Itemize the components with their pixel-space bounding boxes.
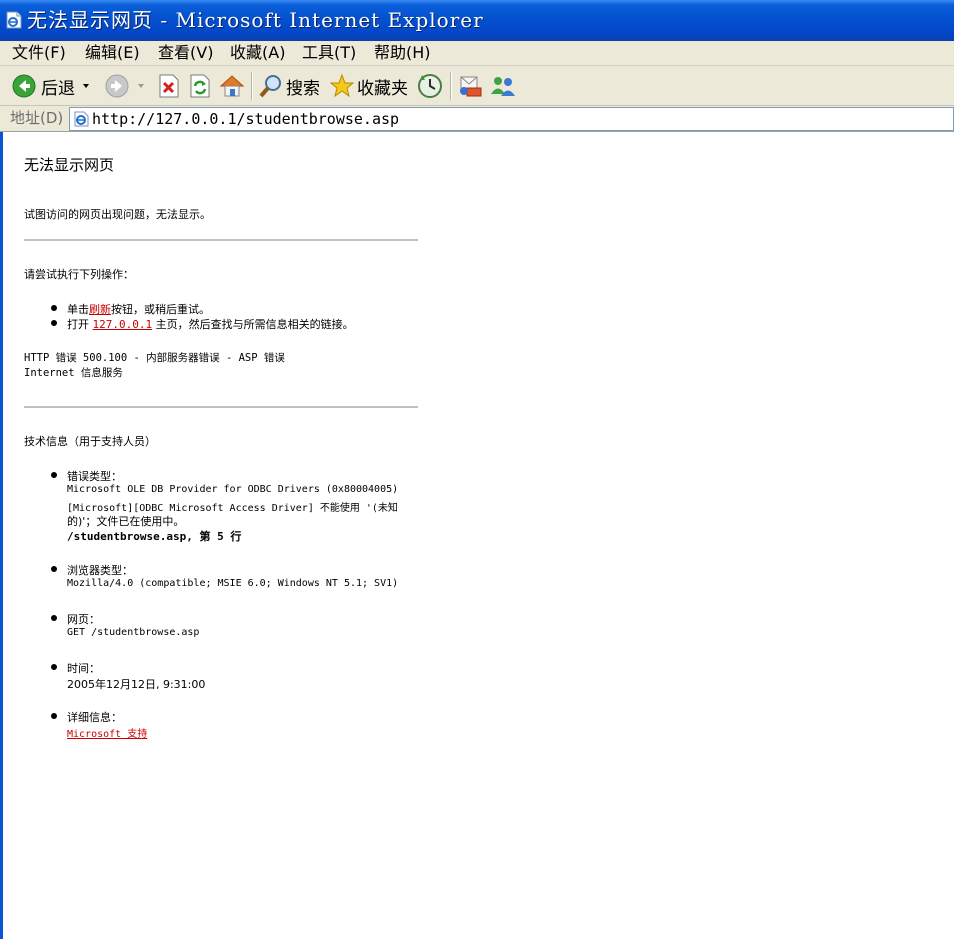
try-item-text: 打开 [67, 318, 93, 331]
intro-text: 试图访问的网页出现问题，无法显示。 [24, 208, 211, 221]
search-button[interactable]: 搜索 [259, 71, 320, 101]
error-location: /studentbrowse.asp, 第 5 行 [67, 530, 242, 543]
dropdown-arrow-icon [138, 84, 144, 88]
bullet [51, 472, 57, 478]
tech-heading: 技术信息（用于支持人员） [24, 435, 156, 448]
back-arrow-icon [12, 74, 36, 98]
stop-button[interactable] [158, 71, 180, 101]
browser-type-label: 浏览器类型： [67, 564, 133, 577]
forward-dropdown[interactable] [137, 71, 145, 101]
home-button[interactable] [219, 71, 245, 101]
bullet [51, 664, 57, 670]
favorites-label: 收藏夹 [357, 78, 408, 99]
messenger-button[interactable] [489, 71, 517, 101]
favorites-button[interactable]: 收藏夹 [330, 71, 408, 101]
address-label: 地址(D) [10, 109, 64, 127]
address-field[interactable]: http://127.0.0.1/studentbrowse.asp [69, 107, 954, 131]
browser-type-value: Mozilla/4.0 (compatible; MSIE 6.0; Windo… [67, 578, 399, 589]
menu-file[interactable]: 文件(F) [12, 43, 66, 63]
try-item-text: 按钮，或稍后重试。 [111, 303, 210, 316]
microsoft-support-link[interactable]: Microsoft 支持 [67, 725, 147, 740]
divider [24, 239, 418, 241]
dropdown-arrow-icon [83, 84, 89, 88]
menu-help[interactable]: 帮助(H) [374, 43, 431, 63]
menu-tools[interactable]: 工具(T) [302, 43, 356, 63]
home-icon [219, 75, 245, 97]
forward-arrow-icon [105, 74, 129, 98]
address-bar: 地址(D) http://127.0.0.1/studentbrowse.asp [0, 106, 954, 132]
page-content: 无法显示网页 试图访问的网页出现问题，无法显示。 请尝试执行下列操作： 单击刷新… [0, 132, 954, 939]
details-label: 详细信息： [67, 711, 122, 724]
try-item-refresh: 单击刷新按钮，或稍后重试。 [67, 301, 210, 317]
error-type-line: Microsoft OLE DB Provider for ODBC Drive… [67, 484, 399, 495]
forward-button[interactable] [105, 71, 129, 101]
bullet [51, 713, 57, 719]
http-error-line: HTTP 错误 500.100 - 内部服务器错误 - ASP 错误 [24, 352, 285, 364]
history-button[interactable] [417, 71, 443, 101]
history-icon [418, 74, 442, 98]
menu-edit[interactable]: 编辑(E) [85, 43, 140, 63]
refresh-button[interactable] [189, 71, 211, 101]
address-url[interactable]: http://127.0.0.1/studentbrowse.asp [92, 109, 399, 129]
back-label: 后退 [41, 78, 75, 99]
try-item-home: 打开 127.0.0.1 主页，然后查找与所需信息相关的链接。 [67, 316, 354, 332]
back-dropdown[interactable] [82, 71, 90, 101]
window-title: 无法显示网页 - Microsoft Internet Explorer [27, 8, 484, 32]
menu-favorites[interactable]: 收藏(A) [230, 43, 285, 63]
search-label: 搜索 [286, 78, 320, 99]
try-heading: 请尝试执行下列操作： [24, 268, 134, 281]
time-value: 2005年12月12日, 9:31:00 [67, 678, 206, 691]
host-home-link[interactable]: 127.0.0.1 [93, 318, 153, 331]
bullet [51, 305, 57, 311]
menu-bar: 文件(F) 编辑(E) 查看(V) 收藏(A) 工具(T) 帮助(H) [0, 41, 954, 66]
back-button[interactable]: 后退 [12, 71, 75, 101]
webpage-value: GET /studentbrowse.asp [67, 627, 200, 638]
bullet [51, 320, 57, 326]
error-type-line: 的)'；文件已在使用中。 [67, 515, 185, 528]
try-item-text: 主页，然后查找与所需信息相关的链接。 [152, 318, 354, 331]
toolbar-separator [450, 72, 452, 100]
error-type-label: 错误类型： [67, 470, 122, 483]
error-type-line: [Microsoft][ODBC Microsoft Access Driver… [67, 503, 398, 514]
bullet [51, 615, 57, 621]
stop-icon [159, 74, 179, 98]
menu-view[interactable]: 查看(V) [158, 43, 213, 63]
time-label: 时间： [67, 662, 100, 675]
mail-icon [460, 76, 482, 97]
search-icon [259, 75, 281, 98]
iis-line: Internet 信息服务 [24, 367, 123, 379]
bullet [51, 566, 57, 572]
messenger-icon [491, 77, 515, 96]
refresh-link[interactable]: 刷新 [89, 303, 111, 316]
mail-button[interactable] [457, 71, 483, 101]
divider [24, 406, 418, 408]
try-item-text: 单击 [67, 303, 89, 316]
ie-address-icon [74, 111, 89, 127]
toolbar-separator [251, 72, 253, 100]
page-heading: 无法显示网页 [24, 156, 115, 174]
title-bar[interactable]: 无法显示网页 - Microsoft Internet Explorer [0, 0, 954, 41]
ie-page-icon [6, 11, 22, 29]
standard-toolbar: 后退 搜索 收藏夹 [0, 66, 954, 106]
refresh-icon [190, 74, 210, 98]
webpage-label: 网页： [67, 613, 100, 626]
favorites-star-icon [330, 74, 354, 98]
